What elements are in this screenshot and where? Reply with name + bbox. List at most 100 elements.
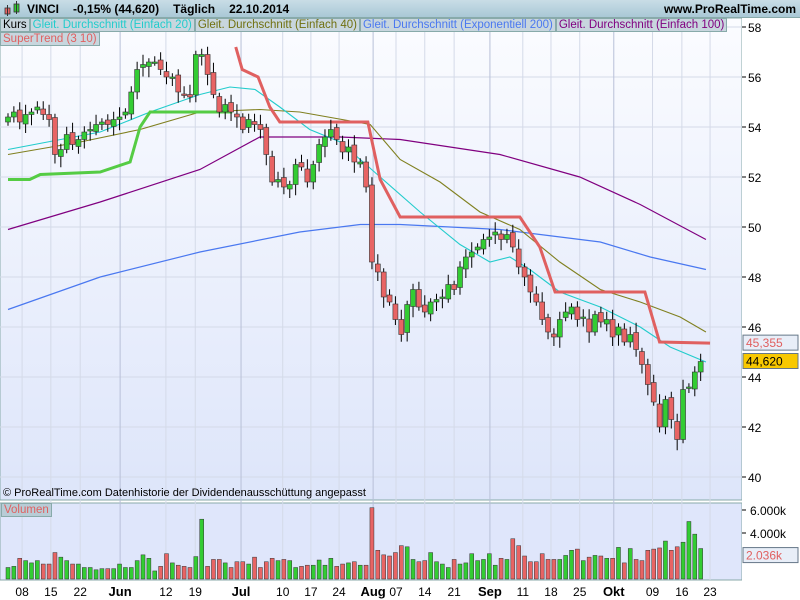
volume-bar <box>123 567 128 580</box>
candle <box>157 59 164 70</box>
candle <box>686 386 692 389</box>
legend-sma40[interactable]: Gleit. Durchschnitt (Einfach 40) <box>194 18 360 32</box>
volume-bar <box>76 563 81 580</box>
candle <box>551 333 557 338</box>
x-tick-label: 23 <box>703 585 717 599</box>
candle <box>468 251 475 258</box>
volume-bar <box>246 563 251 580</box>
candle <box>357 161 364 165</box>
legend-volume[interactable]: Volumen <box>1 503 52 517</box>
candle <box>34 106 41 111</box>
volume-bar <box>205 566 210 580</box>
volume-bar <box>240 561 246 580</box>
candle <box>680 389 686 440</box>
candle <box>568 306 575 315</box>
volume-bar <box>633 559 639 580</box>
legend-kurs[interactable]: Kurs <box>0 18 30 32</box>
volume-bar <box>440 563 445 580</box>
volume-bar <box>258 567 263 580</box>
candle <box>292 164 299 185</box>
volume-bar <box>516 545 521 580</box>
candle <box>40 108 47 115</box>
site-link[interactable]: www.ProRealTime.com <box>664 2 796 16</box>
volume-bar <box>87 567 93 580</box>
symbol: VINCI <box>27 1 60 16</box>
candle <box>433 299 440 303</box>
legend-sma100[interactable]: Gleit. Durchschnitt (Einfach 100) <box>555 18 728 32</box>
volume-bar <box>616 547 621 580</box>
volume-bar <box>399 545 404 580</box>
legend-ema200[interactable]: Gleit. Durchschnitt (Exponentiell 200) <box>359 18 556 32</box>
period[interactable]: Täglich <box>173 2 215 16</box>
volume-bar <box>152 570 157 580</box>
candle <box>580 316 587 319</box>
volume-bar <box>575 548 580 580</box>
candle <box>81 131 88 140</box>
x-tick-label: 17 <box>304 585 318 599</box>
volume-bar <box>592 555 598 580</box>
volume-bar <box>674 546 680 580</box>
volume-bar <box>181 566 187 580</box>
volume-bar <box>363 564 369 580</box>
volume-bar <box>111 568 116 580</box>
volume-bar <box>510 538 516 580</box>
volume-bar <box>11 566 17 580</box>
candle <box>93 124 99 132</box>
price-chart[interactable]: 58 56 54 52 50 48 46 44 42 40 08 15 22 Jun 12 19 Jul 10 17… <box>0 18 800 600</box>
x-tick-label: 14 <box>418 585 432 599</box>
candle <box>375 263 381 273</box>
volume-bar <box>451 559 457 580</box>
candle <box>52 117 58 155</box>
candle <box>504 234 510 240</box>
candle <box>410 289 416 307</box>
x-tick-label: 08 <box>15 585 29 599</box>
candle <box>193 54 199 96</box>
volume-bar <box>35 560 40 580</box>
candle <box>603 319 610 325</box>
candle <box>210 72 217 95</box>
candle <box>510 232 516 248</box>
candle <box>181 93 187 96</box>
x-tick-label: 18 <box>544 585 558 599</box>
volume-bar <box>387 555 392 580</box>
volume-bar <box>275 560 281 580</box>
candle <box>404 304 410 333</box>
candle <box>633 332 639 350</box>
volume-bar <box>522 555 527 580</box>
legend-sma20[interactable]: Gleit. Durchschnitt (Einfach 20) <box>29 18 195 32</box>
candle <box>598 312 604 323</box>
candle <box>204 54 211 75</box>
candle <box>322 136 328 147</box>
candle <box>445 284 452 300</box>
volume-bar <box>228 567 234 580</box>
y-tick-label: 52 <box>748 171 762 185</box>
x-tick-label: 12 <box>159 585 173 599</box>
volume-bar <box>586 556 592 580</box>
volume-bar <box>487 553 492 580</box>
candle <box>281 177 287 188</box>
candle <box>486 236 493 240</box>
candle <box>222 104 228 113</box>
y-tick-label: 58 <box>748 21 762 35</box>
volume-bar <box>46 563 52 580</box>
volume-bar <box>434 561 439 580</box>
candle <box>46 114 52 120</box>
candle <box>245 119 252 128</box>
volume-bar <box>475 560 480 580</box>
candle <box>104 119 111 125</box>
candle <box>556 319 563 338</box>
volume-bar <box>17 558 22 580</box>
volume-bar <box>211 559 216 580</box>
candle <box>328 129 334 138</box>
volume-bar <box>539 553 545 580</box>
x-tick-label: 16 <box>675 585 689 599</box>
candle <box>369 184 375 263</box>
candle <box>380 271 387 298</box>
legend-supertrend[interactable]: SuperTrend (3 10) <box>0 32 100 46</box>
title-bar: VINCI -0,15% (44,620) Täglich 22.10.2014… <box>0 0 800 18</box>
y-tick-label: 42 <box>748 421 762 435</box>
candle <box>58 149 64 157</box>
candle <box>363 161 369 188</box>
candle <box>351 144 358 163</box>
candle <box>451 284 457 290</box>
